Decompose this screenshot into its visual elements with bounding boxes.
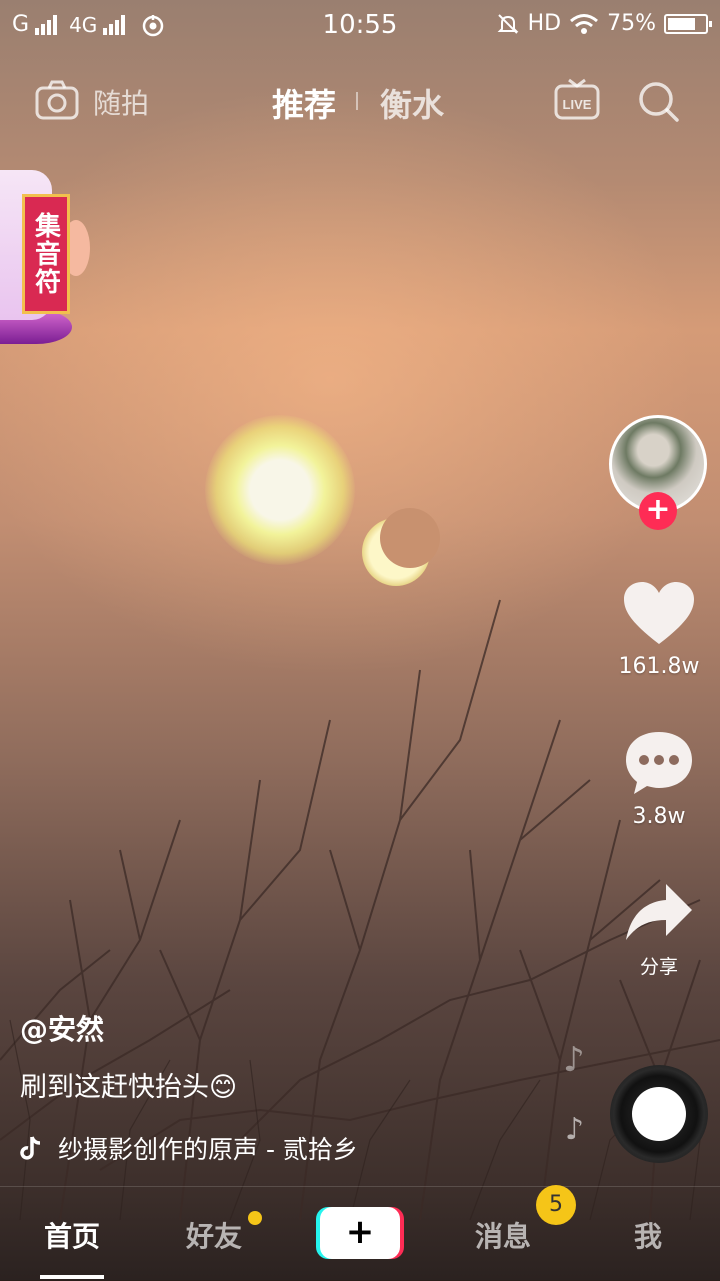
music-note-icon: ♪ [563, 1040, 585, 1080]
video-description: 刷到这赶快抬头😊 [20, 1072, 238, 1103]
active-tab-indicator [40, 1275, 104, 1279]
like-count: 161.8w [618, 654, 700, 679]
hd-label: HD [527, 11, 562, 36]
wifi-icon [570, 13, 599, 34]
bottom-nav: 首页 好友 + 消息 5 我 [0, 1185, 720, 1281]
tab-recommend[interactable]: 推荐 [272, 80, 336, 126]
share-label: 分享 [639, 956, 678, 978]
badge-text: 集音符 [30, 212, 61, 296]
plus-icon[interactable]: + [320, 1207, 400, 1259]
battery-icon [664, 13, 712, 34]
tab-city[interactable]: 衡水 [380, 80, 444, 126]
nav-me[interactable]: 我 [634, 1215, 662, 1255]
top-nav: 随拍 推荐 衡水 LIVE [0, 70, 720, 130]
follow-button[interactable]: + [639, 492, 677, 530]
music-title[interactable]: 纱摄影创作的原声 - 贰拾乡 [58, 1130, 378, 1166]
activity-badge[interactable]: 集音符 [0, 160, 95, 350]
create-button[interactable]: + [316, 1207, 404, 1259]
nav-friends[interactable]: 好友 [186, 1215, 242, 1255]
live-tv-icon[interactable]: LIVE [554, 78, 600, 122]
tiktok-note-icon [20, 1136, 41, 1160]
mute-bell-icon [497, 13, 519, 34]
camera-icon[interactable] [35, 80, 79, 120]
comment-button[interactable]: 3.8w [610, 728, 708, 829]
badge-banner: 集音符 [22, 194, 70, 314]
creator-avatar[interactable]: + [609, 415, 707, 530]
nav-messages[interactable]: 消息 [475, 1215, 531, 1255]
music-info[interactable]: 纱摄影创作的原声 - 贰拾乡 [20, 1130, 378, 1166]
heart-icon[interactable] [622, 580, 696, 648]
messages-count-badge: 5 [536, 1185, 576, 1225]
tab-divider [356, 92, 358, 110]
search-icon[interactable] [636, 79, 680, 123]
music-disc[interactable] [610, 1065, 708, 1163]
comment-icon[interactable] [622, 728, 696, 798]
comment-count: 3.8w [632, 804, 686, 829]
disc-cover [632, 1087, 686, 1141]
like-button[interactable]: 161.8w [610, 580, 708, 679]
battery-percent: 75% [607, 11, 656, 36]
share-arrow-icon[interactable] [622, 880, 696, 946]
status-bar: G 4G 10:55 HD 75% [0, 0, 720, 50]
friends-dot-badge [248, 1211, 262, 1225]
camera-label[interactable]: 随拍 [93, 82, 149, 122]
nav-home[interactable]: 首页 [44, 1215, 100, 1255]
author-name[interactable]: @安然 [20, 1008, 104, 1048]
share-button[interactable]: 分享 [610, 880, 708, 979]
svg-text:LIVE: LIVE [563, 97, 592, 112]
music-note-icon-2: ♪ [565, 1112, 585, 1147]
